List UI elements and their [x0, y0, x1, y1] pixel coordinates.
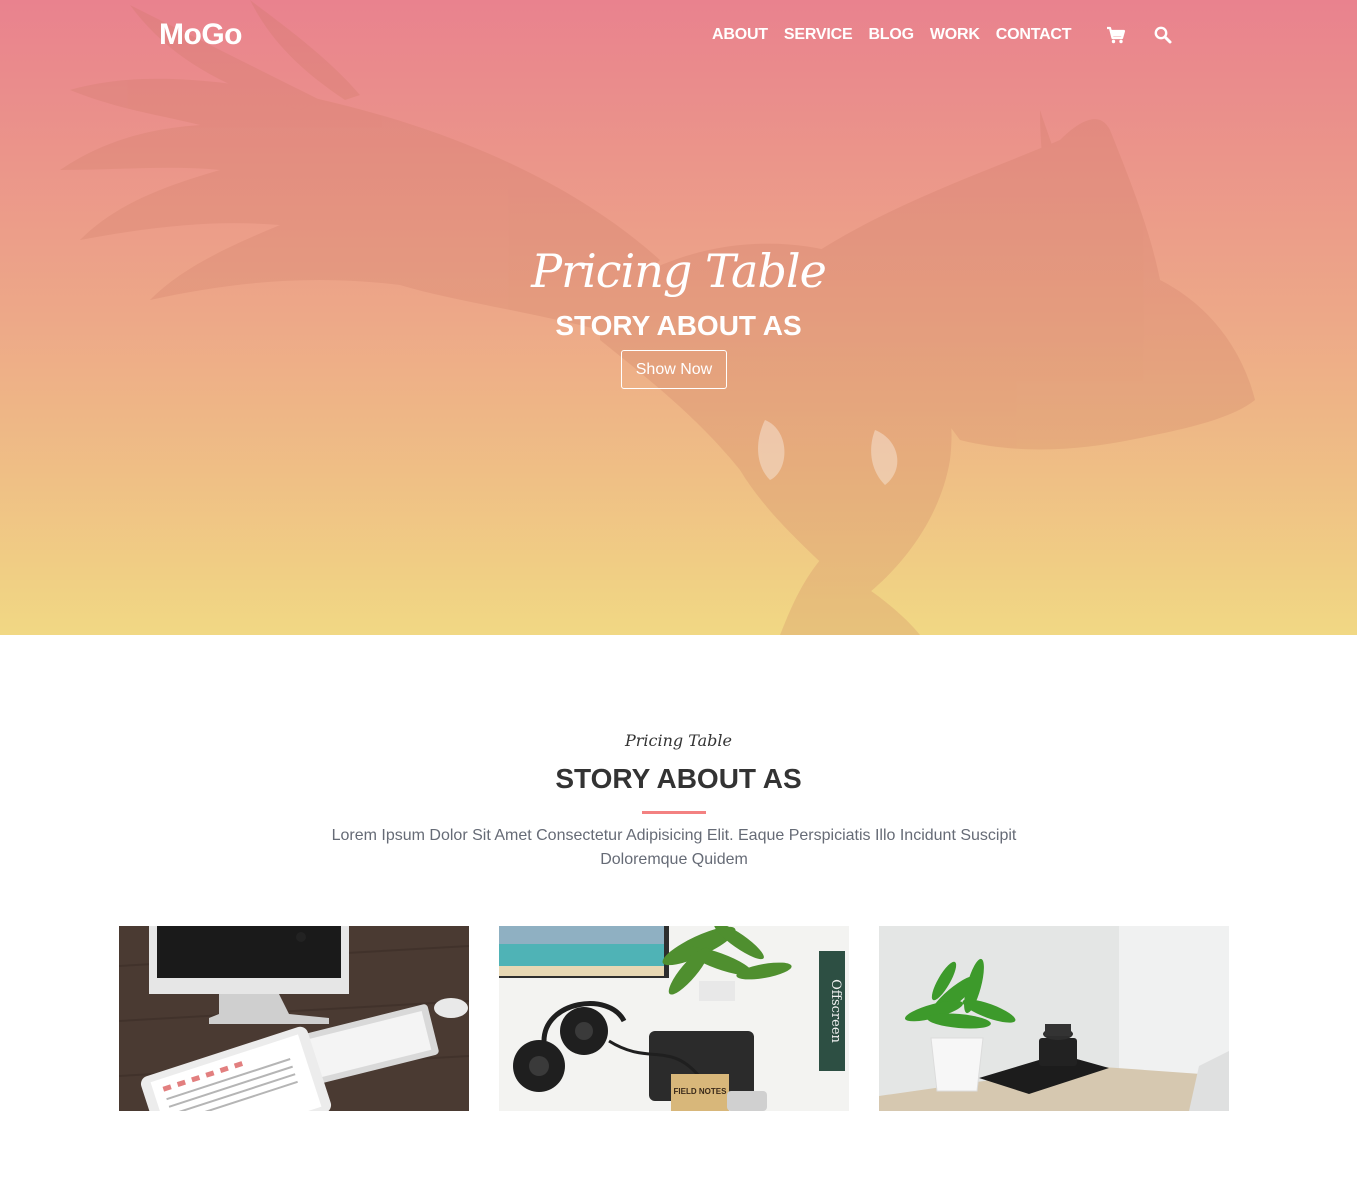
nav-link-about[interactable]: ABOUT	[704, 25, 776, 45]
section-title: STORY ABOUT AS	[555, 763, 802, 794]
card-image-headphones[interactable]: Offscreen FIELD NOTES	[499, 926, 849, 1111]
section-description: Lorem Ipsum Dolor Sit Amet Consectetur A…	[331, 827, 1017, 868]
hero-script-title: Pricing Table	[531, 244, 827, 298]
desk-computer-image	[119, 926, 469, 1111]
main-nav: ABOUT SERVICE BLOG WORK CONTACT	[704, 25, 1079, 45]
nav-link-blog[interactable]: BLOG	[860, 25, 921, 45]
section-divider	[642, 811, 706, 814]
nav-link-contact[interactable]: CONTACT	[988, 25, 1080, 45]
plant-camera-image	[879, 926, 1229, 1111]
search-icon[interactable]	[1153, 25, 1173, 45]
cart-icon[interactable]	[1106, 25, 1126, 45]
nav-link-service[interactable]: SERVICE	[776, 25, 861, 45]
brand-logo[interactable]: MoGo	[159, 18, 242, 52]
headphones-image: Offscreen FIELD NOTES	[499, 926, 849, 1111]
hero-title: STORY ABOUT AS	[555, 310, 802, 341]
field-notes-text: FIELD NOTES	[674, 1087, 728, 1096]
card-image-plant[interactable]	[879, 926, 1229, 1111]
card-image-desk[interactable]	[119, 926, 469, 1111]
nav-link-work[interactable]: WORK	[922, 25, 988, 45]
show-now-button[interactable]: Show Now	[621, 350, 727, 389]
hero-section: MoGo ABOUT SERVICE BLOG WORK CONTACT Pri…	[0, 0, 1357, 635]
section-script-title: Pricing Table	[624, 731, 733, 750]
book-spine-text: Offscreen	[828, 979, 843, 1043]
